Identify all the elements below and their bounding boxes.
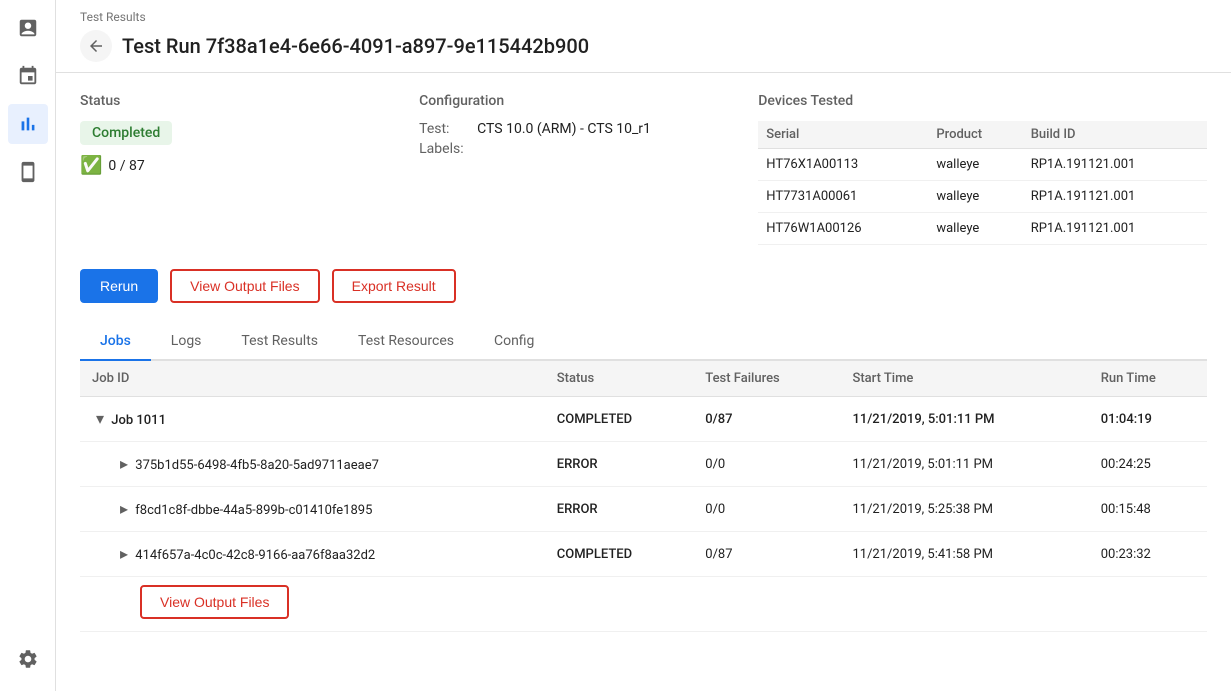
child-failures: 0/87 <box>693 532 840 577</box>
devices-col-serial: Serial <box>758 121 928 149</box>
main-content: Test Results Test Run 7f38a1e4-6e66-4091… <box>56 0 1231 691</box>
sidebar-icon-devices[interactable] <box>8 152 48 192</box>
devices-row: HT7731A00061 walleye RP1A.191121.001 <box>758 181 1207 213</box>
job-id-label: Job 1011 <box>111 413 166 428</box>
action-buttons: Rerun View Output Files Export Result <box>80 269 1207 303</box>
pass-count-value: 0 / 87 <box>108 158 144 174</box>
expand-child-button[interactable]: ▸ <box>116 544 132 564</box>
device-product: walleye <box>928 213 1022 245</box>
view-output-cell: View Output Files <box>80 577 1207 632</box>
rerun-button[interactable]: Rerun <box>80 269 158 303</box>
child-row: ▸ f8cd1c8f-dbbe-44a5-899b-c01410fe1895 E… <box>80 487 1207 532</box>
tab-test-resources[interactable]: Test Resources <box>338 323 474 361</box>
job-status: COMPLETED <box>545 397 694 442</box>
child-row: ▸ 375b1d55-6498-4fb5-8a20-5ad9711aeae7 E… <box>80 442 1207 487</box>
export-button[interactable]: Export Result <box>332 269 456 303</box>
devices-table: Serial Product Build ID HT76X1A00113 wal… <box>758 121 1207 245</box>
child-start-time: 11/21/2019, 5:41:58 PM <box>840 532 1088 577</box>
sidebar-icon-settings[interactable] <box>8 639 48 679</box>
job-run-time: 01:04:19 <box>1089 397 1207 442</box>
config-labels-row: Labels: <box>419 141 718 157</box>
child-row: ▸ 414f657a-4c0c-42c8-9166-aa76f8aa32d2 C… <box>80 532 1207 577</box>
view-output-row: View Output Files <box>80 577 1207 632</box>
col-job-id: Job ID <box>80 361 545 397</box>
child-run-time: 00:23:32 <box>1089 532 1207 577</box>
device-serial: HT7731A00061 <box>758 181 928 213</box>
sidebar-icon-schedule[interactable] <box>8 56 48 96</box>
job-failures: 0/87 <box>693 397 840 442</box>
job-start-time: 11/21/2019, 5:01:11 PM <box>840 397 1088 442</box>
device-product: walleye <box>928 149 1022 181</box>
col-start: Start Time <box>840 361 1088 397</box>
jobs-table: Job ID Status Test Failures Start Time R… <box>80 361 1207 632</box>
child-run-time: 00:24:25 <box>1089 442 1207 487</box>
col-status: Status <box>545 361 694 397</box>
child-failures: 0/0 <box>693 442 840 487</box>
child-run-time: 00:15:48 <box>1089 487 1207 532</box>
child-start-time: 11/21/2019, 5:25:38 PM <box>840 487 1088 532</box>
expand-child-button[interactable]: ▸ <box>116 454 132 474</box>
config-block: Configuration Test: CTS 10.0 (ARM) - CTS… <box>419 93 718 245</box>
col-runtime: Run Time <box>1089 361 1207 397</box>
devices-title: Devices Tested <box>758 93 1207 109</box>
job-row: ▾ Job 1011 COMPLETED 0/87 11/21/2019, 5:… <box>80 397 1207 442</box>
device-build: RP1A.191121.001 <box>1023 181 1207 213</box>
pass-count: ✅ 0 / 87 <box>80 155 379 176</box>
status-badge: Completed <box>80 121 172 145</box>
tab-config[interactable]: Config <box>474 323 554 361</box>
expand-job-button[interactable]: ▾ <box>92 409 108 429</box>
check-icon: ✅ <box>80 155 102 176</box>
device-build: RP1A.191121.001 <box>1023 149 1207 181</box>
devices-block: Devices Tested Serial Product Build ID H… <box>758 93 1207 245</box>
device-product: walleye <box>928 181 1022 213</box>
tab-logs[interactable]: Logs <box>151 323 222 361</box>
child-status: ERROR <box>545 487 694 532</box>
status-title: Status <box>80 93 379 109</box>
child-failures: 0/0 <box>693 487 840 532</box>
device-serial: HT76X1A00113 <box>758 149 928 181</box>
sidebar-icon-results[interactable] <box>8 104 48 144</box>
device-build: RP1A.191121.001 <box>1023 213 1207 245</box>
tab-jobs[interactable]: Jobs <box>80 323 151 361</box>
expand-child-button[interactable]: ▸ <box>116 499 132 519</box>
job-id-cell: ▾ Job 1011 <box>80 397 545 442</box>
breadcrumb: Test Results <box>80 10 1207 24</box>
child-id-label: 375b1d55-6498-4fb5-8a20-5ad9711aeae7 <box>135 458 379 473</box>
child-id-cell: ▸ 375b1d55-6498-4fb5-8a20-5ad9711aeae7 <box>80 442 545 487</box>
devices-col-product: Product <box>928 121 1022 149</box>
child-id-cell: ▸ 414f657a-4c0c-42c8-9166-aa76f8aa32d2 <box>80 532 545 577</box>
devices-row: HT76W1A00126 walleye RP1A.191121.001 <box>758 213 1207 245</box>
config-title: Configuration <box>419 93 718 109</box>
child-id-cell: ▸ f8cd1c8f-dbbe-44a5-899b-c01410fe1895 <box>80 487 545 532</box>
child-status: ERROR <box>545 442 694 487</box>
view-output-small-button[interactable]: View Output Files <box>140 585 289 619</box>
page-title: Test Run 7f38a1e4-6e66-4091-a897-9e11544… <box>122 34 589 58</box>
sidebar-icon-tasks[interactable] <box>8 8 48 48</box>
config-test-row: Test: CTS 10.0 (ARM) - CTS 10_r1 <box>419 121 718 137</box>
config-labels-label: Labels: <box>419 141 469 157</box>
sidebar <box>0 0 56 691</box>
device-serial: HT76W1A00126 <box>758 213 928 245</box>
child-status: COMPLETED <box>545 532 694 577</box>
view-output-button[interactable]: View Output Files <box>170 269 319 303</box>
status-block: Status Completed ✅ 0 / 87 <box>80 93 379 245</box>
col-failures: Test Failures <box>693 361 840 397</box>
info-section: Status Completed ✅ 0 / 87 Configuration … <box>80 93 1207 245</box>
content-area: Status Completed ✅ 0 / 87 Configuration … <box>56 73 1231 691</box>
tab-test-results[interactable]: Test Results <box>221 323 338 361</box>
devices-row: HT76X1A00113 walleye RP1A.191121.001 <box>758 149 1207 181</box>
config-test-label: Test: <box>419 121 469 137</box>
back-button[interactable] <box>80 30 112 62</box>
config-test-value: CTS 10.0 (ARM) - CTS 10_r1 <box>477 121 651 137</box>
child-start-time: 11/21/2019, 5:01:11 PM <box>840 442 1088 487</box>
child-id-label: 414f657a-4c0c-42c8-9166-aa76f8aa32d2 <box>135 548 375 563</box>
tabs: JobsLogsTest ResultsTest ResourcesConfig <box>80 323 1207 361</box>
header: Test Results Test Run 7f38a1e4-6e66-4091… <box>56 0 1231 73</box>
child-id-label: f8cd1c8f-dbbe-44a5-899b-c01410fe1895 <box>135 503 372 518</box>
devices-col-build: Build ID <box>1023 121 1207 149</box>
